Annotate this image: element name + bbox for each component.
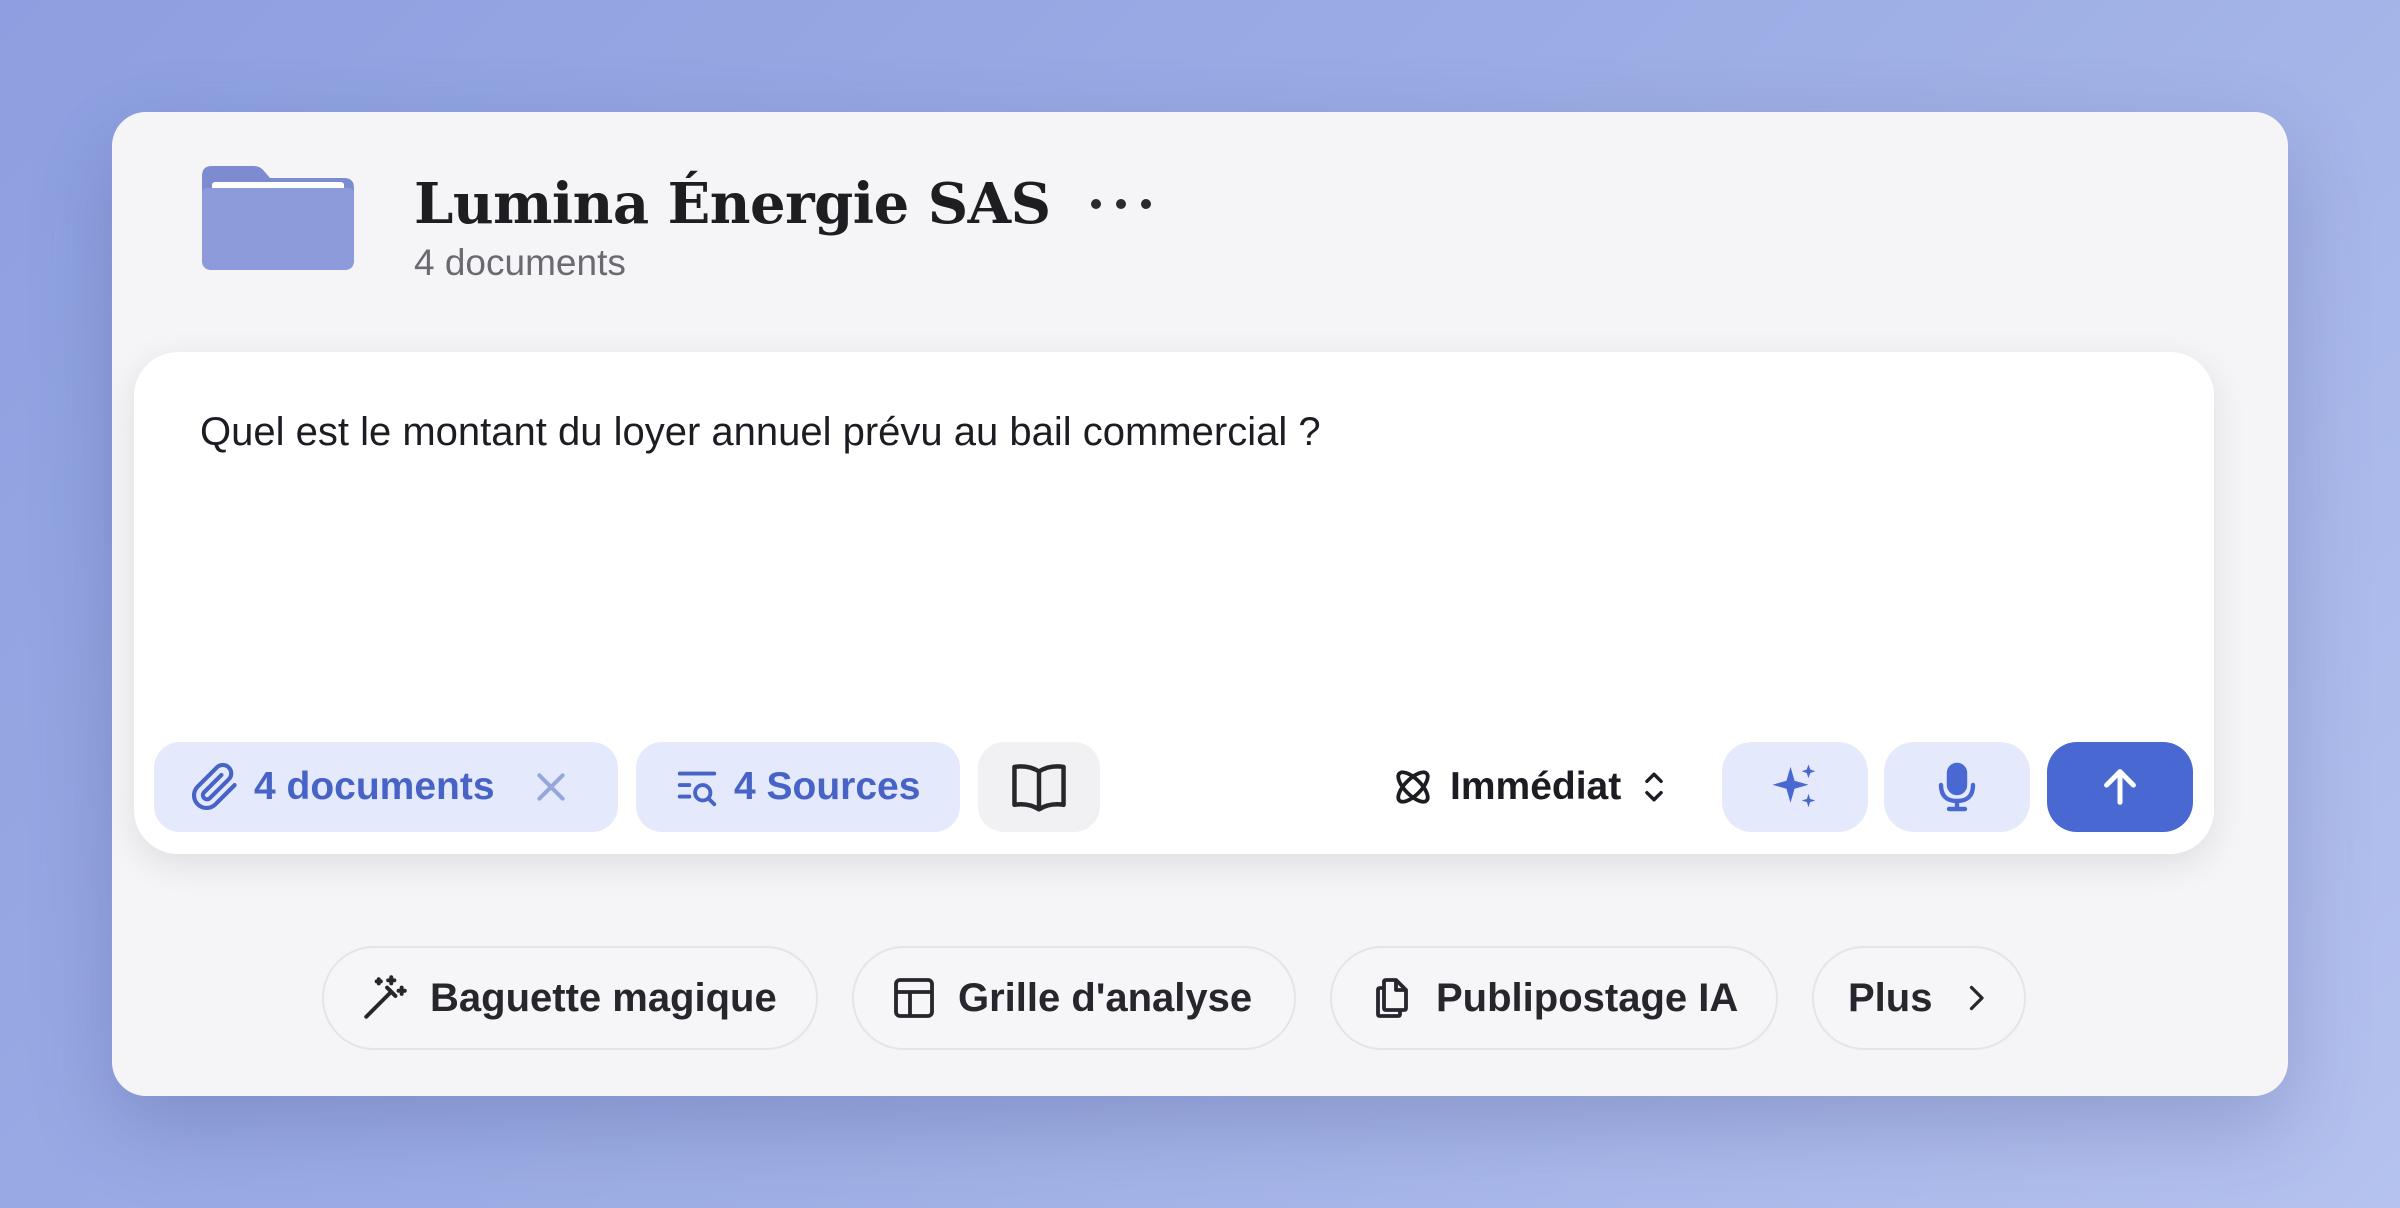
send-button[interactable] (2047, 742, 2193, 832)
more-options-button[interactable] (1090, 184, 1151, 224)
more-actions-button[interactable]: Plus (1812, 946, 2026, 1050)
magic-wand-button[interactable]: Baguette magique (322, 946, 818, 1050)
more-dots-icon (1090, 199, 1101, 209)
paperclip-icon (192, 762, 237, 810)
more-actions-label: Plus (1848, 975, 1933, 1020)
chevron-updown-icon (1645, 772, 1664, 802)
book-icon (1012, 764, 1066, 812)
folder-header: Lumina Énergie SAS (414, 164, 1151, 244)
table-icon (894, 978, 934, 1018)
copy-icon (1376, 978, 1408, 1018)
document-count: 4 documents (414, 242, 626, 283)
analysis-grid-button[interactable]: Grille d'analyse (852, 946, 1296, 1050)
magic-wand-label: Baguette magique (430, 975, 777, 1020)
close-icon[interactable] (531, 767, 571, 807)
analysis-grid-label: Grille d'analyse (958, 975, 1253, 1020)
mode-select[interactable]: Immédiat (1390, 742, 1671, 832)
arrow-up-icon (2104, 769, 2136, 805)
ai-enhance-button[interactable] (1722, 742, 1868, 832)
chevron-right-icon (1970, 985, 1985, 1011)
search-list-icon (677, 771, 717, 807)
mode-label: Immédiat (1450, 765, 1622, 808)
folder-icon (202, 166, 354, 270)
mail-merge-label: Publipostage IA (1436, 975, 1739, 1020)
microphone-icon (1938, 762, 1976, 812)
library-button[interactable] (978, 742, 1100, 832)
sources-chip-label: 4 Sources (734, 765, 921, 808)
sparkle-icon (1772, 764, 1816, 808)
atom-icon (1396, 770, 1430, 804)
folder-title: Lumina Énergie SAS (414, 171, 1051, 237)
documents-chip-label: 4 documents (254, 765, 495, 808)
prompt-input[interactable]: Quel est le montant du loyer annuel prév… (200, 410, 1321, 455)
documents-chip[interactable]: 4 documents (154, 742, 618, 832)
folder-card: Lumina Énergie SAS 4 documents Quel est … (112, 112, 2288, 1096)
prompt-composer: Quel est le montant du loyer annuel prév… (134, 352, 2214, 854)
voice-input-button[interactable] (1884, 742, 2030, 832)
sources-chip[interactable]: 4 Sources (636, 742, 960, 832)
mail-merge-button[interactable]: Publipostage IA (1330, 946, 1778, 1050)
magic-wand-icon (364, 975, 407, 1019)
